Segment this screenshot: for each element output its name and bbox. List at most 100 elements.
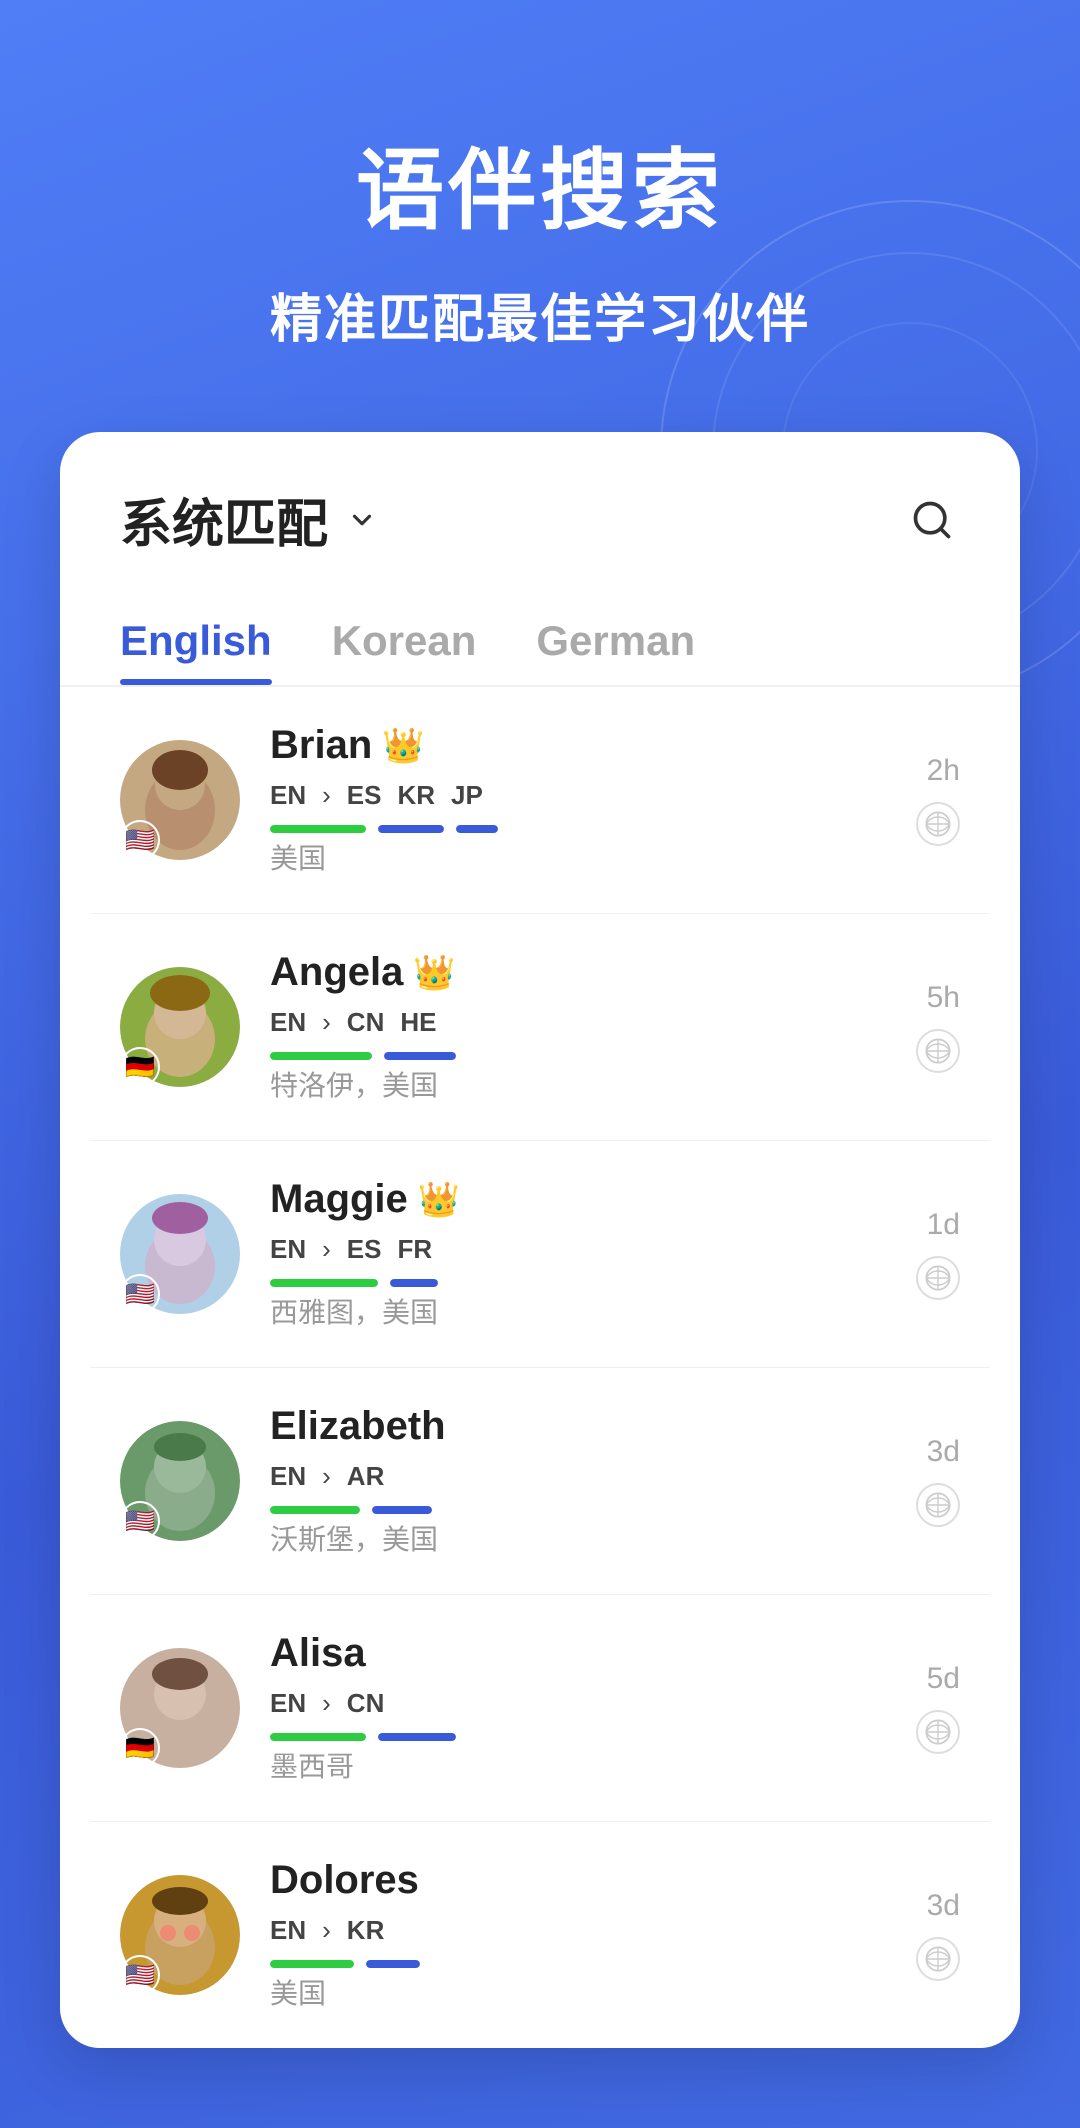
arrow-icon: ›: [322, 1234, 331, 1265]
arrow-icon: ›: [322, 1461, 331, 1492]
progress-bar: [390, 1279, 438, 1287]
lang-to: FR: [397, 1234, 432, 1265]
progress-bars: [270, 825, 886, 833]
online-status-icon: [916, 1710, 960, 1754]
lang-to: AR: [347, 1461, 385, 1492]
user-location: 西雅图，美国: [270, 1291, 886, 1331]
page-content: 语伴搜索 精准匹配最佳学习伙伴 系统匹配 English Korean German: [0, 0, 1080, 2128]
user-row[interactable]: 🇺🇸Brian👑EN›ESKRJP美国2h: [90, 687, 990, 914]
avatar: 🇺🇸: [120, 1421, 240, 1541]
lang-from: EN: [270, 1234, 306, 1265]
progress-bar: [384, 1052, 456, 1060]
user-name: Angela: [270, 950, 403, 995]
user-name-row: Elizabeth: [270, 1404, 886, 1449]
lang-row: EN › CN: [270, 1688, 886, 1719]
progress-bar: [270, 825, 366, 833]
progress-bar: [378, 1733, 456, 1741]
time-ago: 5d: [927, 1662, 960, 1696]
progress-bars: [270, 1052, 886, 1060]
user-location: 特洛伊，美国: [270, 1064, 886, 1104]
user-row[interactable]: 🇺🇸 Maggie👑 EN › ES FR 西雅图，美国 1d: [90, 1141, 990, 1368]
user-meta: 1d: [916, 1208, 960, 1300]
de-flag: 🇩🇪: [120, 1047, 160, 1087]
lang-to: ES: [347, 1234, 382, 1265]
hero-subtitle: 精准匹配最佳学习伙伴: [270, 277, 810, 352]
progress-bars: [270, 1960, 886, 1968]
avatar: 🇩🇪: [120, 967, 240, 1087]
user-info: Brian👑EN›ESKRJP美国: [270, 723, 886, 877]
online-status-icon: [916, 1483, 960, 1527]
us-flag: 🇺🇸: [120, 1955, 160, 1995]
progress-bars: [270, 1733, 886, 1741]
avatar: 🇺🇸: [120, 1875, 240, 1995]
user-row[interactable]: 🇩🇪 Alisa EN › CN 墨西哥 5d: [90, 1595, 990, 1822]
user-meta: 5d: [916, 1662, 960, 1754]
time-ago: 3d: [927, 1889, 960, 1923]
lang-from: EN: [270, 1461, 306, 1492]
lang-to: ES: [347, 780, 382, 811]
user-name: Maggie: [270, 1177, 408, 1222]
hero-title: 语伴搜索: [356, 120, 724, 247]
user-location: 沃斯堡，美国: [270, 1518, 886, 1558]
progress-bars: [270, 1506, 886, 1514]
online-status-icon: [916, 1937, 960, 1981]
user-name-row: Angela👑: [270, 950, 886, 995]
arrow-icon: ›: [322, 1007, 331, 1038]
progress-bars: [270, 1279, 886, 1287]
online-status-icon: [916, 1029, 960, 1073]
time-ago: 2h: [927, 754, 960, 788]
crown-icon: 👑: [413, 953, 455, 993]
tab-english[interactable]: English: [120, 617, 272, 685]
crown-icon: 👑: [382, 726, 424, 766]
user-row[interactable]: 🇩🇪Angela👑EN›CNHE特洛伊，美国5h: [90, 914, 990, 1141]
lang-from: EN: [270, 1688, 306, 1719]
lang-to: CN: [347, 1688, 385, 1719]
match-dropdown[interactable]: 系统匹配: [120, 482, 380, 557]
users-list: 🇺🇸Brian👑EN›ESKRJP美国2h 🇩🇪Angela👑EN›CNHE特洛…: [60, 687, 1020, 2048]
user-name-row: Dolores: [270, 1858, 886, 1903]
progress-bar: [366, 1960, 420, 1968]
progress-bar: [378, 825, 444, 833]
user-meta: 3d: [916, 1889, 960, 1981]
avatar: 🇺🇸: [120, 1194, 240, 1314]
progress-bar: [456, 825, 498, 833]
tab-korean[interactable]: Korean: [332, 617, 477, 685]
user-meta: 5h: [916, 981, 960, 1073]
search-icon[interactable]: [904, 492, 960, 548]
user-info: Elizabeth EN › AR 沃斯堡，美国: [270, 1404, 886, 1558]
lang-to: JP: [451, 780, 483, 811]
user-name: Elizabeth: [270, 1404, 446, 1449]
user-location: 美国: [270, 1972, 886, 2012]
progress-bar: [270, 1960, 354, 1968]
tabs-bar: English Korean German: [60, 587, 1020, 685]
user-info: Maggie👑 EN › ES FR 西雅图，美国: [270, 1177, 886, 1331]
user-info: Alisa EN › CN 墨西哥: [270, 1631, 886, 1785]
arrow-icon: ›: [322, 1688, 331, 1719]
user-name: Alisa: [270, 1631, 366, 1676]
user-info: DoloresEN›KR美国: [270, 1858, 886, 2012]
chevron-down-icon: [344, 502, 380, 538]
us-flag: 🇺🇸: [120, 1274, 160, 1314]
dropdown-label: 系统匹配: [120, 482, 328, 557]
user-meta: 3d: [916, 1435, 960, 1527]
user-location: 墨西哥: [270, 1745, 886, 1785]
lang-to: CN: [347, 1007, 385, 1038]
user-row[interactable]: 🇺🇸 Elizabeth EN › AR 沃斯堡，美国 3d: [90, 1368, 990, 1595]
progress-bar: [270, 1279, 378, 1287]
avatar: 🇩🇪: [120, 1648, 240, 1768]
lang-from: EN: [270, 1007, 306, 1038]
time-ago: 3d: [927, 1435, 960, 1469]
us-flag: 🇺🇸: [120, 820, 160, 860]
lang-to: KR: [397, 780, 435, 811]
user-location: 美国: [270, 837, 886, 877]
arrow-icon: ›: [322, 780, 331, 811]
lang-from: EN: [270, 780, 306, 811]
user-meta: 2h: [916, 754, 960, 846]
progress-bar: [270, 1733, 366, 1741]
user-row[interactable]: 🇺🇸 DoloresEN›KR美国 3d: [90, 1822, 990, 2048]
crown-icon: 👑: [418, 1180, 460, 1220]
tab-german[interactable]: German: [536, 617, 695, 685]
de-flag: 🇩🇪: [120, 1728, 160, 1768]
lang-row: EN › ES FR: [270, 1234, 886, 1265]
card-header: 系统匹配: [60, 432, 1020, 557]
